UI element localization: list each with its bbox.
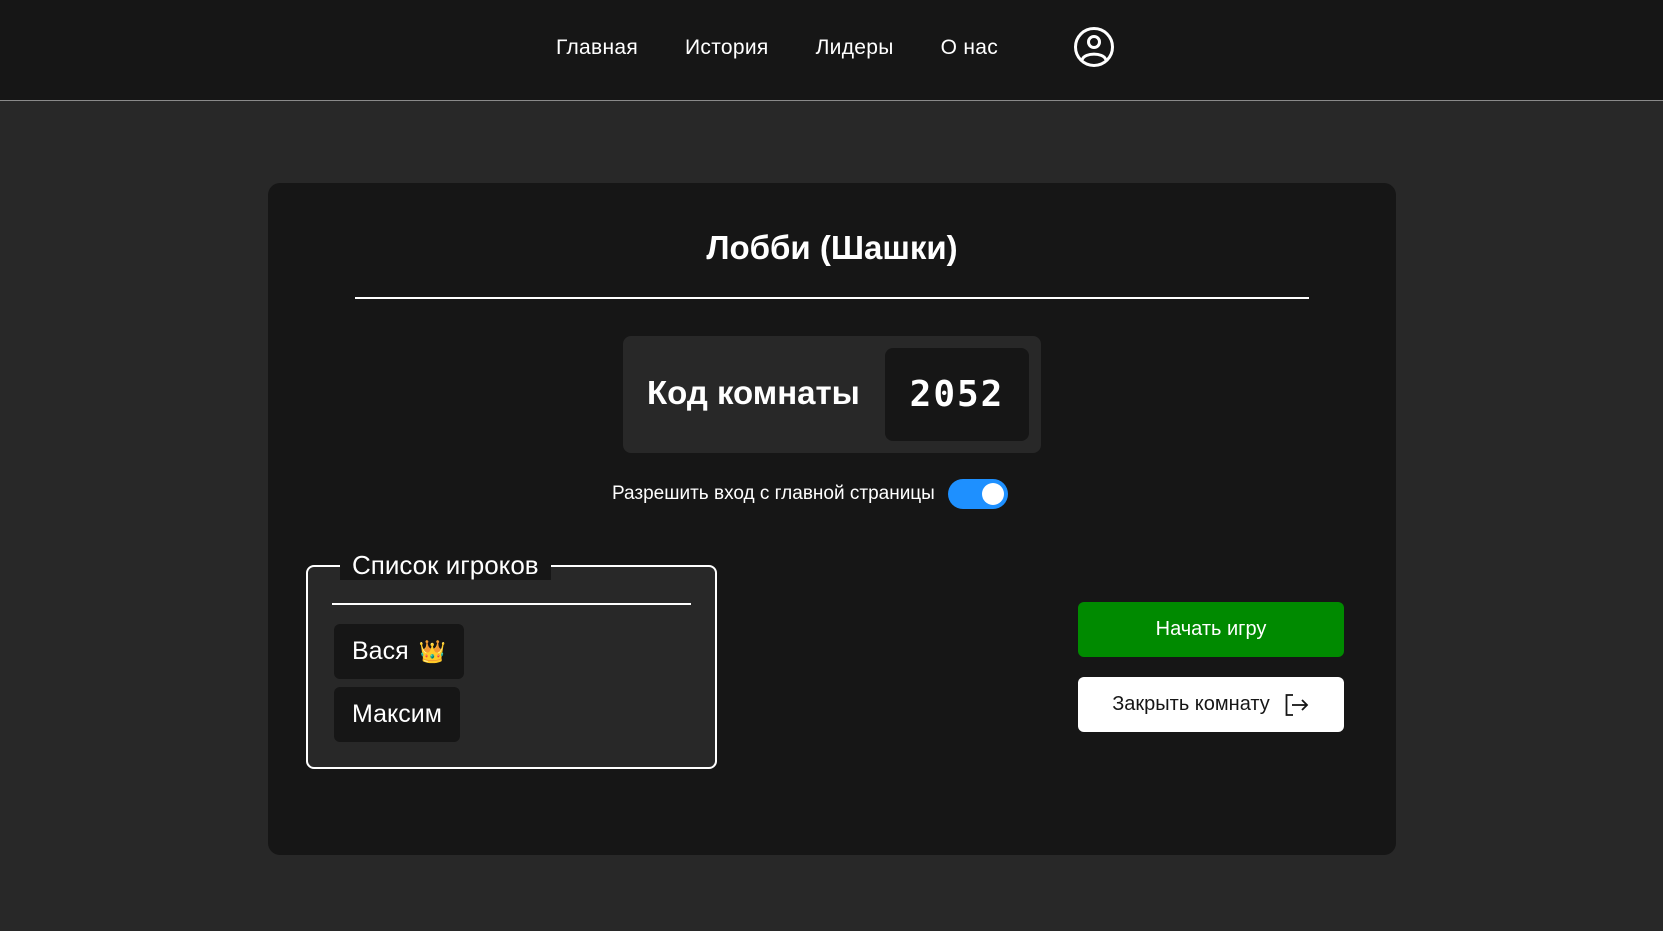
room-code-value: 2052 (885, 348, 1029, 441)
top-navbar: Главная История Лидеры О нас (0, 0, 1663, 101)
allow-join-row: Разрешить вход с главной страницы (612, 478, 1008, 510)
players-list-title: Список игроков (340, 550, 551, 580)
start-game-button[interactable]: Начать игру (1078, 602, 1344, 657)
exit-icon (1285, 693, 1309, 716)
player-name: Максим (352, 700, 442, 728)
toggle-knob (981, 483, 1004, 505)
nav-link-home[interactable]: Главная (556, 35, 638, 61)
allow-join-label: Разрешить вход с главной страницы (612, 483, 935, 504)
nav-links: Главная История Лидеры О нас (556, 35, 1045, 61)
player-name: Вася (352, 637, 409, 665)
nav-link-leaders[interactable]: Лидеры (816, 35, 894, 61)
user-circle-icon (1074, 27, 1114, 67)
player-item: Максим (334, 687, 460, 742)
nav-link-history[interactable]: История (685, 35, 769, 61)
players-list: Список игроков Вася 👑 Максим (306, 550, 717, 769)
nav-link-about[interactable]: О нас (941, 35, 998, 61)
crown-icon: 👑 (418, 638, 447, 664)
title-divider (355, 297, 1309, 299)
lobby-card: Лобби (Шашки) Код комнаты 2052 Разрешить… (268, 183, 1396, 855)
profile-button[interactable] (1073, 26, 1115, 68)
close-room-button[interactable]: Закрыть комнату (1078, 677, 1344, 732)
lobby-title: Лобби (Шашки) (706, 229, 958, 266)
close-room-label: Закрыть комнату (1112, 693, 1270, 715)
room-code-label: Код комнаты (647, 374, 860, 411)
players-divider (332, 603, 691, 605)
allow-join-toggle[interactable] (947, 479, 1008, 509)
room-code-panel: Код комнаты 2052 (623, 336, 1041, 453)
start-game-label: Начать игру (1155, 618, 1267, 640)
player-item: Вася 👑 (334, 624, 465, 679)
